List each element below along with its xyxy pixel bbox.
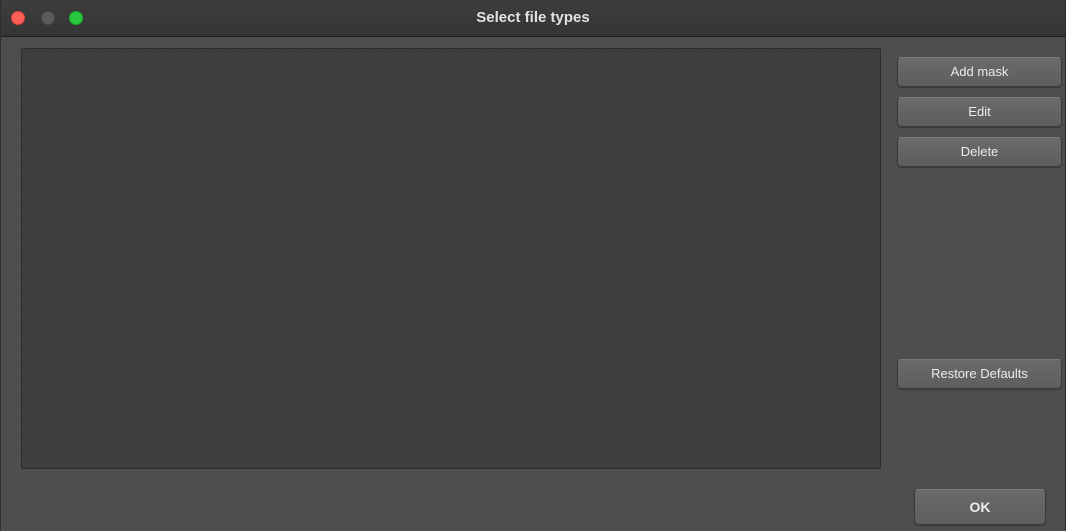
- restore-defaults-button[interactable]: Restore Defaults: [897, 359, 1062, 389]
- edit-button[interactable]: Edit: [897, 97, 1062, 127]
- delete-button[interactable]: Delete: [897, 137, 1062, 167]
- ok-button[interactable]: OK: [914, 489, 1046, 525]
- file-types-list[interactable]: [21, 48, 881, 469]
- select-file-types-dialog: Select file types Add mask Edit Delete R…: [0, 0, 1066, 531]
- add-mask-button[interactable]: Add mask: [897, 57, 1062, 87]
- title-bar: Select file types: [1, 0, 1065, 37]
- window-title: Select file types: [476, 9, 590, 26]
